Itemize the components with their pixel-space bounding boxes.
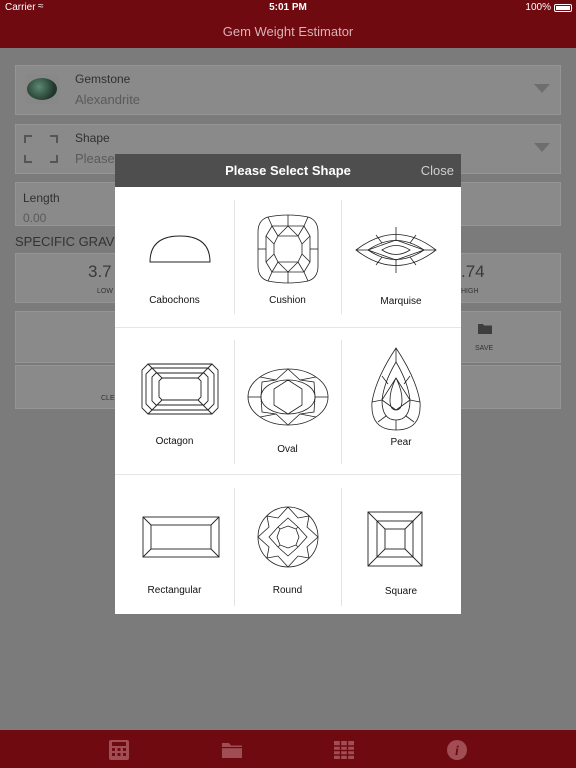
round-icon bbox=[257, 506, 319, 568]
oval-icon bbox=[247, 368, 329, 426]
divider bbox=[115, 474, 461, 475]
shape-label-rectangular: Rectangular bbox=[147, 585, 202, 596]
cabochon-icon bbox=[149, 235, 211, 263]
specific-gravity-title: SPECIFIC GRAV bbox=[15, 234, 115, 249]
shape-option-marquise[interactable]: Marquise bbox=[341, 194, 461, 324]
shape-option-cushion[interactable]: Cushion bbox=[234, 194, 341, 324]
square-icon bbox=[367, 511, 423, 567]
shape-label-marquise: Marquise bbox=[380, 296, 422, 307]
folder-icon[interactable] bbox=[221, 739, 243, 761]
shape-label-cabochons: Cabochons bbox=[149, 295, 200, 306]
shape-option-rectangular[interactable]: Rectangular bbox=[115, 484, 234, 614]
gemstone-thumbnail bbox=[25, 74, 59, 104]
battery-percent: 100% bbox=[525, 2, 551, 13]
info-icon[interactable]: i bbox=[446, 739, 468, 761]
chevron-down-icon bbox=[534, 143, 550, 152]
shape-option-pear[interactable]: Pear bbox=[341, 334, 461, 469]
save-button[interactable]: SAVE bbox=[462, 312, 562, 362]
shape-option-oval[interactable]: Oval bbox=[234, 334, 341, 469]
length-value: 0.00 bbox=[23, 211, 47, 225]
nav-bar: Gem Weight Estimator bbox=[0, 16, 576, 48]
shape-option-round[interactable]: Round bbox=[234, 484, 341, 614]
status-time: 5:01 PM bbox=[269, 2, 307, 13]
shape-label-oval: Oval bbox=[277, 444, 298, 455]
cushion-icon bbox=[257, 214, 319, 284]
clear-label: CLE bbox=[101, 395, 115, 402]
modal-header: Please Select Shape Close bbox=[115, 154, 461, 187]
length-label: Length bbox=[23, 191, 60, 205]
shape-label: Shape bbox=[75, 131, 110, 145]
rectangular-icon bbox=[142, 516, 220, 558]
shape-label-round: Round bbox=[272, 585, 303, 596]
shape-option-square[interactable]: Square bbox=[341, 484, 461, 614]
svg-text:i: i bbox=[455, 744, 459, 759]
shape-option-cabochons[interactable]: Cabochons bbox=[115, 194, 234, 324]
folder-icon bbox=[478, 324, 492, 334]
shape-label-pear: Pear bbox=[390, 437, 412, 448]
gemstone-label: Gemstone bbox=[75, 72, 131, 86]
gemstone-selector[interactable]: Gemstone Alexandrite bbox=[15, 65, 561, 115]
shape-label-cushion: Cushion bbox=[269, 295, 306, 306]
sg-high-label: HIGH bbox=[461, 288, 479, 295]
close-button[interactable]: Close bbox=[421, 154, 454, 187]
shape-label-octagon: Octagon bbox=[155, 436, 194, 447]
sg-low-value: 3.7 bbox=[88, 262, 112, 281]
save-label: SAVE bbox=[475, 345, 494, 352]
page-title: Gem Weight Estimator bbox=[222, 24, 354, 39]
octagon-icon bbox=[141, 363, 219, 415]
chevron-down-icon bbox=[534, 84, 550, 93]
tab-bar: i bbox=[0, 730, 576, 768]
shape-placeholder-icon bbox=[24, 135, 58, 163]
status-bar: Carrier ≈ 5:01 PM 100% bbox=[0, 0, 576, 16]
battery-icon bbox=[554, 4, 572, 12]
shape-option-octagon[interactable]: Octagon bbox=[115, 334, 234, 469]
calculator-icon[interactable] bbox=[108, 739, 130, 761]
sg-low-label: LOW bbox=[97, 288, 113, 295]
shape-label-square: Square bbox=[384, 586, 418, 597]
gemstone-value: Alexandrite bbox=[75, 92, 141, 107]
table-icon[interactable] bbox=[333, 739, 355, 761]
sg-high-value: .74 bbox=[461, 262, 485, 281]
shape-picker-modal: Please Select Shape Close Cabochons Cush… bbox=[115, 154, 461, 614]
pear-icon bbox=[371, 347, 421, 431]
divider bbox=[115, 327, 461, 328]
modal-title: Please Select Shape bbox=[225, 163, 351, 178]
marquise-icon bbox=[355, 227, 437, 273]
